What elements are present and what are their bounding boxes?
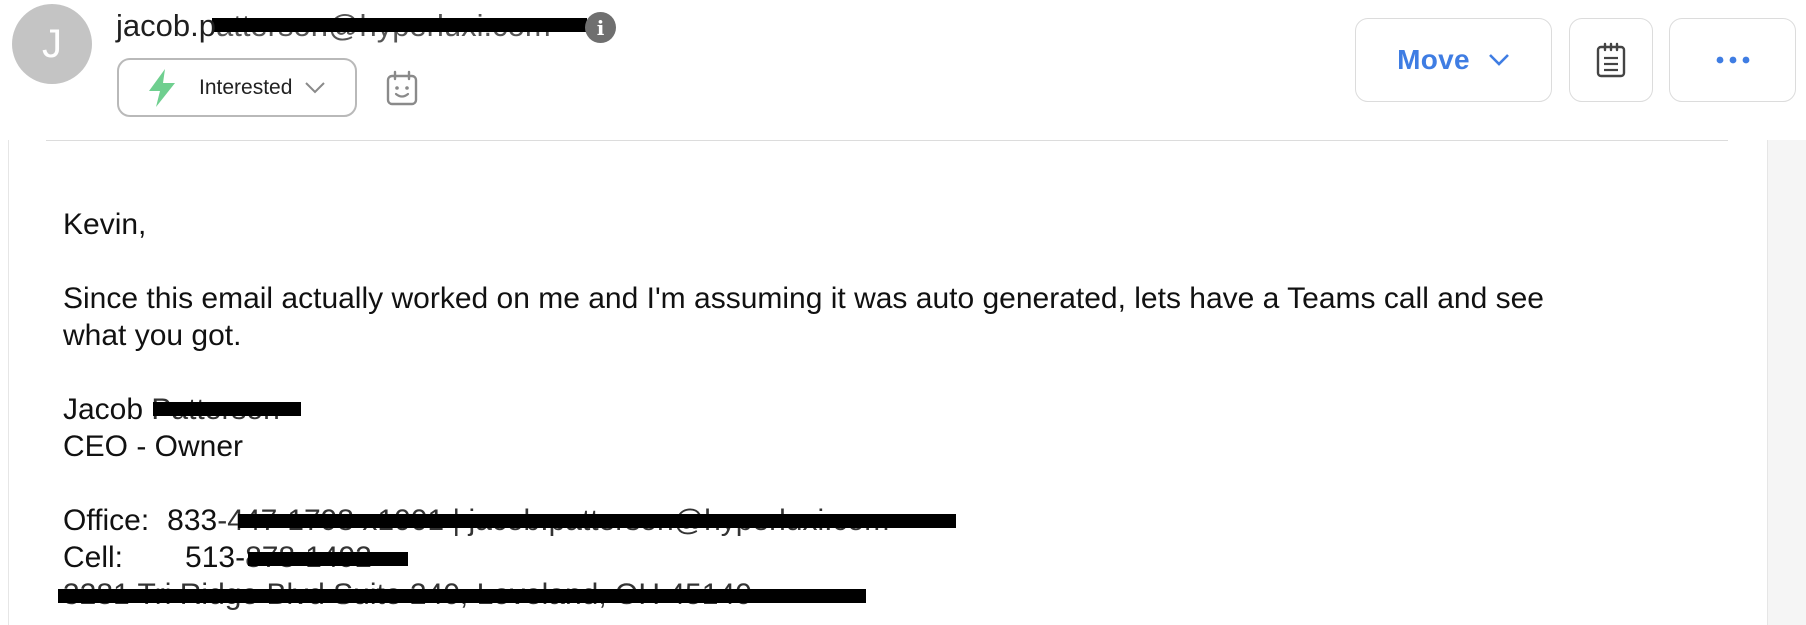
redaction-bar (238, 514, 956, 528)
calendar-face-icon[interactable] (386, 70, 418, 106)
redaction-bar (58, 589, 866, 603)
status-dropdown[interactable]: Interested (117, 58, 357, 117)
more-options-button[interactable] (1669, 18, 1796, 102)
office-label: Office: (63, 504, 150, 537)
chevron-down-icon (1488, 54, 1509, 66)
email-greeting: Kevin, (63, 208, 147, 241)
notes-button[interactable] (1569, 18, 1653, 102)
office-prefix: 833 (167, 504, 218, 537)
cell-prefix: 513- (185, 541, 246, 574)
scroll-gutter[interactable] (1767, 140, 1806, 625)
redaction-bar (248, 552, 408, 566)
move-label: Move (1397, 44, 1470, 75)
cell-label: Cell: (63, 541, 124, 574)
notepad-icon (1596, 42, 1626, 78)
sender-email-visible: jacob.p (116, 8, 216, 43)
move-button[interactable]: Move (1355, 18, 1552, 102)
chevron-down-icon (305, 81, 326, 93)
more-dots-icon (1716, 56, 1749, 64)
avatar[interactable]: J (12, 4, 92, 84)
status-label: Interested (199, 75, 293, 99)
signature-title: CEO - Owner (63, 430, 244, 463)
signature-first-name: Jacob (63, 393, 144, 426)
lightning-bolt-icon (149, 68, 175, 107)
pane-border-left (8, 140, 9, 625)
redaction-bar (212, 18, 587, 32)
header-divider (46, 140, 1728, 141)
email-body-line: what you got. (63, 319, 242, 352)
info-icon[interactable]: i (585, 12, 616, 43)
email-body-line: Since this email actually worked on me a… (63, 282, 1544, 315)
redaction-bar (153, 402, 301, 416)
